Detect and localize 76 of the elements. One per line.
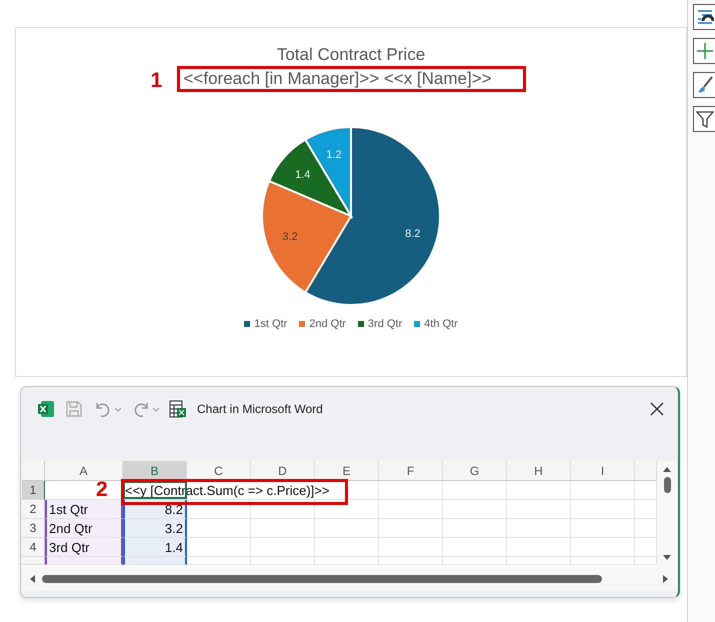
table-cell <box>315 538 379 557</box>
column-header[interactable]: F <box>379 461 443 481</box>
annotation-number: 1 <box>150 69 162 93</box>
row-header[interactable]: 3 <box>22 519 45 538</box>
table-cell: 2nd Qtr <box>45 519 123 538</box>
chart-tool-button[interactable] <box>693 38 715 64</box>
chart-title: Total Contract Price <box>276 45 426 65</box>
vertical-scrollbar[interactable] <box>657 461 677 567</box>
filter-icon <box>696 110 714 128</box>
table-cell: 3rd Qtr <box>45 538 123 557</box>
table-cell <box>443 538 507 557</box>
paintbrush-icon <box>696 76 714 94</box>
table-cell <box>379 538 443 557</box>
chart-subtitle: <<foreach [in Manager]>> <<x [Name]>> <box>176 66 526 92</box>
table-cell <box>251 538 315 557</box>
plus-icon <box>696 42 714 60</box>
close-button[interactable] <box>650 402 664 416</box>
column-header[interactable]: B <box>123 461 187 481</box>
table-cell <box>187 519 251 538</box>
table-cell <box>635 519 657 538</box>
table-cell <box>187 538 251 557</box>
table-cell: 1.4 <box>123 538 187 557</box>
sheet-icon <box>169 400 187 418</box>
row-header[interactable]: 1 <box>22 481 45 500</box>
column-header[interactable]: C <box>187 461 251 481</box>
table-cell <box>635 500 657 519</box>
legend-item: 2nd Qtr <box>299 318 346 330</box>
table-cell <box>507 500 571 519</box>
table-cell: 3.2 <box>123 519 187 538</box>
chart-tool-button[interactable] <box>693 106 715 132</box>
spreadsheet-app-icon <box>37 400 55 418</box>
table-cell <box>251 519 315 538</box>
table-cell <box>571 481 635 500</box>
column-header[interactable]: G <box>443 461 507 481</box>
chart-tool-button[interactable] <box>693 72 715 98</box>
row-header[interactable]: 2 <box>22 500 45 519</box>
annotation-number: 2 <box>96 478 108 502</box>
chart-elements-icon <box>696 8 714 26</box>
table-cell <box>379 481 443 500</box>
table-cell <box>507 538 571 557</box>
table-cell <box>315 519 379 538</box>
column-header[interactable]: H <box>507 461 571 481</box>
scroll-left-arrow-icon[interactable] <box>28 574 38 584</box>
table-cell <box>379 500 443 519</box>
column-header[interactable]: D <box>251 461 315 481</box>
column-header[interactable]: A <box>45 461 123 481</box>
table-cell <box>571 538 635 557</box>
data-label: 1.2 <box>326 149 342 162</box>
row-header[interactable]: 4 <box>22 538 45 557</box>
column-header[interactable]: I <box>571 461 635 481</box>
table-cell: 1st Qtr <box>45 500 123 519</box>
chart-tool-button[interactable] <box>693 4 715 30</box>
table-cell <box>635 538 657 557</box>
legend-item: 4th Qtr <box>414 318 458 330</box>
data-label: 1.4 <box>295 168 310 181</box>
table-cell <box>443 481 507 500</box>
window-title: Chart in Microsoft Word <box>197 402 324 416</box>
legend-item: 1st Qtr <box>244 318 288 330</box>
scroll-thumb[interactable] <box>42 575 602 583</box>
close-icon <box>650 402 664 416</box>
column-header[interactable]: E <box>315 461 379 481</box>
table-cell <box>507 481 571 500</box>
table-cell <box>635 481 657 500</box>
table-cell <box>571 500 635 519</box>
data-label: 3.2 <box>282 230 298 243</box>
table-cell <box>443 519 507 538</box>
scroll-thumb[interactable] <box>664 477 670 493</box>
table-cell <box>571 519 635 538</box>
table-cell <box>379 519 443 538</box>
legend-item: 3rd Qtr <box>358 318 402 330</box>
table-cell <box>507 519 571 538</box>
table-cell <box>315 500 379 519</box>
table-cell <box>443 500 507 519</box>
horizontal-scrollbar[interactable] <box>22 567 677 591</box>
scroll-up-arrow-icon[interactable] <box>662 465 672 475</box>
data-label: 8.2 <box>405 228 420 240</box>
